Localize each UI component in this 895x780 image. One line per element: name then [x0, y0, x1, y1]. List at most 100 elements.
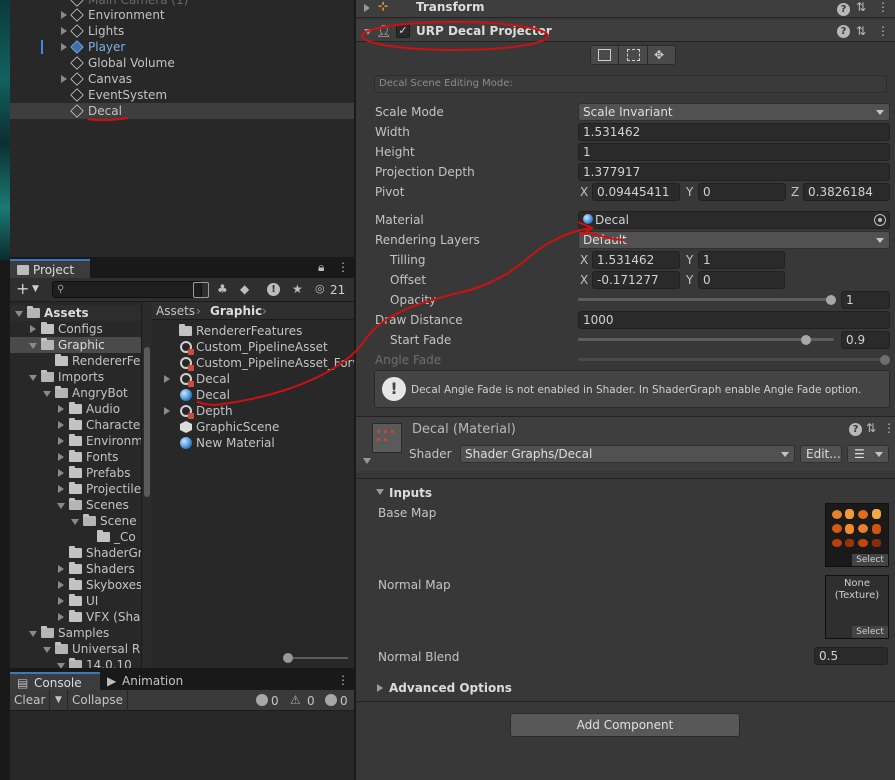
add-icon[interactable]: + [16, 281, 29, 297]
asset-item-depth[interactable]: Depth [152, 403, 354, 419]
tree-item-graphic[interactable]: Graphic [10, 337, 141, 353]
pivot-x-field[interactable]: 0.09445411 [592, 183, 680, 201]
height-field[interactable]: 1 [578, 143, 890, 161]
tilling-x-axis-label[interactable]: X [580, 251, 588, 269]
hierarchy-item-eventsystem[interactable]: EventSystem [10, 87, 354, 103]
info-icon[interactable] [256, 694, 268, 706]
shader-options-dropdown[interactable]: ☰ [847, 445, 889, 463]
more-menu-icon[interactable]: ⋮ [883, 420, 895, 436]
projection-depth-field[interactable]: 1.377917 [578, 163, 890, 181]
more-menu-icon[interactable]: ⋮ [337, 259, 349, 275]
more-menu-icon[interactable]: ⋮ [337, 672, 349, 688]
normal-map-thumbnail[interactable]: None (Texture) Select [825, 575, 889, 639]
tree-item-vfx[interactable]: VFX (Sha [10, 609, 141, 625]
base-map-thumbnail[interactable]: Select [825, 503, 889, 567]
collapse-arrow-icon[interactable] [29, 375, 37, 381]
tree-item-shaders[interactable]: Shaders [10, 561, 141, 577]
hierarchy-item-global-volume[interactable]: Global Volume [10, 55, 354, 71]
scrollbar-thumb[interactable] [144, 347, 150, 497]
tree-item-projectiles[interactable]: Projectile [10, 481, 141, 497]
add-dropdown-icon[interactable]: ▼ [32, 281, 39, 297]
offset-y-axis-label[interactable]: Y [686, 271, 693, 289]
expand-arrow-icon[interactable] [58, 469, 64, 477]
expand-arrow-icon[interactable] [61, 75, 67, 83]
expand-arrow-icon[interactable] [58, 581, 64, 589]
help-icon[interactable]: ? [837, 3, 850, 16]
expand-arrow-icon[interactable] [58, 421, 64, 429]
collapse-arrow-icon[interactable] [376, 489, 384, 495]
asset-item-decal-prefab[interactable]: Decal [152, 371, 354, 387]
hidden-eye-icon[interactable]: ◎ [315, 281, 325, 297]
advanced-options-title[interactable]: Advanced Options [389, 680, 512, 696]
asset-item-graphicscene[interactable]: GraphicScene [152, 419, 354, 435]
collapse-arrow-icon[interactable] [71, 519, 79, 525]
offset-y-field[interactable]: 0 [698, 271, 785, 289]
offset-x-axis-label[interactable]: X [580, 271, 588, 289]
tree-item-fonts[interactable]: Fonts [10, 449, 141, 465]
tab-animation[interactable]: ▶ Animation [102, 672, 192, 690]
pivot-y-field[interactable]: 0 [698, 183, 786, 201]
start-fade-slider-knob[interactable] [801, 335, 811, 345]
collapse-button[interactable]: Collapse [68, 690, 128, 711]
expand-arrow-icon[interactable] [58, 405, 64, 413]
search-input[interactable]: ⚲ [52, 281, 202, 298]
decal-projector-header[interactable]: 👤︎ ✓ URP Decal Projector ? ⇅ ⋮ [356, 20, 895, 42]
tree-item-assets[interactable]: Assets [10, 305, 141, 321]
object-picker-icon[interactable] [874, 214, 886, 226]
expand-arrow-icon[interactable] [61, 43, 67, 51]
select-texture-button[interactable]: Select [852, 626, 888, 638]
pivot-x-axis-label[interactable]: X [580, 183, 588, 201]
tree-item-imports[interactable]: Imports [10, 369, 141, 385]
opacity-slider-track[interactable] [578, 298, 834, 301]
offset-x-field[interactable]: -0.171277 [592, 271, 680, 289]
shader-dropdown[interactable]: Shader Graphs/Decal [460, 445, 795, 463]
tree-item-angrybot[interactable]: AngryBot [10, 385, 141, 401]
transform-header[interactable]: ⊹ Transform ? ⇅ ⋮ [356, 0, 895, 18]
search-by-type-icon[interactable] [193, 282, 209, 298]
collapse-arrow-icon[interactable] [57, 503, 65, 509]
asset-item-decal-material[interactable]: Decal [152, 387, 354, 403]
tab-console[interactable]: ▤ Console [10, 672, 100, 690]
tree-item-audio[interactable]: Audio [10, 401, 141, 417]
icon-size-slider-knob[interactable] [283, 653, 293, 663]
expand-arrow-icon[interactable] [164, 407, 170, 415]
collapse-arrow-icon[interactable] [57, 663, 65, 668]
expand-arrow-icon[interactable] [58, 437, 64, 445]
more-menu-icon[interactable]: ⋮ [877, 23, 889, 39]
error-icon[interactable] [325, 694, 337, 706]
presets-icon[interactable]: ⇅ [866, 420, 876, 436]
tab-project[interactable]: Project [10, 259, 90, 278]
icon-size-slider-track[interactable] [288, 657, 348, 659]
warning-filter-icon[interactable]: ! [267, 283, 280, 296]
opacity-field[interactable]: 1 [841, 291, 890, 309]
collapse-arrow-icon[interactable] [29, 631, 37, 637]
warning-icon[interactable]: ⚠ [290, 692, 301, 708]
pivot-y-axis-label[interactable]: Y [686, 183, 693, 201]
tree-item-configs[interactable]: Configs [10, 321, 141, 337]
width-field[interactable]: 1.531462 [578, 123, 890, 141]
expand-arrow-icon[interactable] [61, 11, 67, 19]
asset-item-new-material[interactable]: New Material [152, 435, 354, 451]
tree-scrollbar[interactable] [143, 302, 151, 668]
clear-options-dropdown-icon[interactable]: ▼ [50, 690, 68, 711]
expand-arrow-icon[interactable] [58, 565, 64, 573]
pivot-z-axis-label[interactable]: Z [791, 183, 799, 201]
pivot-edit-icon[interactable]: ✥ [654, 47, 664, 63]
hierarchy-item-decal[interactable]: Decal [10, 103, 354, 119]
draw-distance-field[interactable]: 1000 [578, 311, 890, 329]
breadcrumb-item-assets[interactable]: Assets [156, 303, 195, 319]
rendering-layers-dropdown[interactable]: Default [578, 231, 890, 249]
presets-icon[interactable]: ⇅ [856, 23, 866, 39]
tree-item-shadergraphs[interactable]: ShaderGr [10, 545, 141, 561]
expand-arrow-icon[interactable] [58, 453, 64, 461]
expand-arrow-icon[interactable] [364, 4, 370, 12]
expand-arrow-icon[interactable] [30, 325, 36, 333]
edit-uv-button[interactable] [591, 46, 619, 64]
lock-icon[interactable]: 🔒︎ [318, 259, 324, 275]
tree-item-ui[interactable]: UI [10, 593, 141, 609]
expand-arrow-icon[interactable] [377, 684, 383, 692]
start-fade-field[interactable]: 0.9 [841, 331, 890, 349]
tree-item-samples[interactable]: Samples [10, 625, 141, 641]
tree-item-environment[interactable]: Environm [10, 433, 141, 449]
tree-item-universal-rp[interactable]: Universal R [10, 641, 141, 657]
